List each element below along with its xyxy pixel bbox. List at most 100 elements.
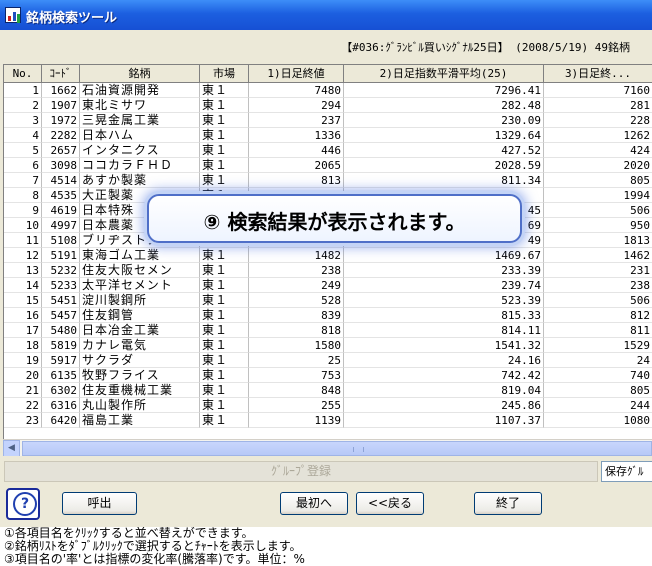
cell-market: 東１ xyxy=(200,278,249,293)
results-table[interactable]: No. ｺｰﾄﾞ 銘柄 市場 1)日足終値 2)日足指数平滑平均(25) 3)日… xyxy=(3,64,652,439)
cell-close: 818 xyxy=(249,323,344,338)
horizontal-scrollbar[interactable]: ◀ xyxy=(3,439,652,457)
cell-col3: 805 xyxy=(544,383,652,398)
table-row[interactable]: 5 2657 インタニクス 東１ 446 427.52 424 xyxy=(4,143,652,158)
column-header-col3[interactable]: 3)日足終... xyxy=(544,65,652,83)
cell-code: 2657 xyxy=(42,143,80,158)
scrollbar-thumb[interactable] xyxy=(22,441,652,456)
cell-ema25: 7296.41 xyxy=(344,83,544,98)
table-row[interactable]: 3 1972 三晃金属工業 東１ 237 230.09 228 xyxy=(4,113,652,128)
cell-no: 7 xyxy=(4,173,42,188)
cell-no: 20 xyxy=(4,368,42,383)
table-row[interactable]: 20 6135 牧野フライス 東１ 753 742.42 740 xyxy=(4,368,652,383)
table-row[interactable]: 7 4514 あすか製薬 東１ 813 811.34 805 xyxy=(4,173,652,188)
column-header-no[interactable]: No. xyxy=(4,65,42,83)
cell-col3: 1462 xyxy=(544,248,652,263)
cell-close: 255 xyxy=(249,398,344,413)
table-row[interactable]: 22 6316 丸山製作所 東１ 255 245.86 244 xyxy=(4,398,652,413)
call-button[interactable]: 呼出 xyxy=(62,492,137,515)
cell-code: 4514 xyxy=(42,173,80,188)
cell-name: 住友鋼管 xyxy=(80,308,200,323)
cell-market: 東１ xyxy=(200,263,249,278)
cell-code: 4619 xyxy=(42,203,80,218)
cell-ema25: 742.42 xyxy=(344,368,544,383)
cell-ema25: 523.39 xyxy=(344,293,544,308)
table-row[interactable]: 14 5233 太平洋セメント 東１ 249 239.74 238 xyxy=(4,278,652,293)
table-row[interactable]: 4 2282 日本ハム 東１ 1336 1329.64 1262 xyxy=(4,128,652,143)
cell-no: 2 xyxy=(4,98,42,113)
cell-market: 東１ xyxy=(200,158,249,173)
cell-close: 294 xyxy=(249,98,344,113)
table-row[interactable]: 2 1907 東北ミサワ 東１ 294 282.48 281 xyxy=(4,98,652,113)
window-title: 銘柄検索ツール xyxy=(26,11,118,26)
cell-col3: 506 xyxy=(544,293,652,308)
cell-no: 23 xyxy=(4,413,42,428)
help-button[interactable]: ? xyxy=(6,488,40,520)
cell-name: サクラダ xyxy=(80,353,200,368)
cell-col3: 1994 xyxy=(544,188,652,203)
table-row[interactable]: 6 3098 ココカラＦＨＤ 東１ 2065 2028.59 2020 xyxy=(4,158,652,173)
column-header-code[interactable]: ｺｰﾄﾞ xyxy=(42,65,80,83)
table-row[interactable]: 19 5917 サクラダ 東１ 25 24.16 24 xyxy=(4,353,652,368)
cell-col3: 7160 xyxy=(544,83,652,98)
cell-close: 1482 xyxy=(249,248,344,263)
cell-ema25: 811.34 xyxy=(344,173,544,188)
cell-col3: 740 xyxy=(544,368,652,383)
cell-close: 238 xyxy=(249,263,344,278)
cell-ema25: 230.09 xyxy=(344,113,544,128)
table-body: 1 1662 石油資源開発 東１ 7480 7296.41 7160 2 1907 東北ミサワ 東１… xyxy=(4,83,652,428)
first-button[interactable]: 最初へ xyxy=(280,492,348,515)
table-row[interactable]: 18 5819 カナレ電気 東１ 1580 1541.32 1529 xyxy=(4,338,652,353)
cell-col3: 2020 xyxy=(544,158,652,173)
column-header-name[interactable]: 銘柄 xyxy=(80,65,200,83)
cell-close: 249 xyxy=(249,278,344,293)
save-group-button[interactable]: 保存ｸﾞﾙ xyxy=(601,461,652,482)
cell-name: カナレ電気 xyxy=(80,338,200,353)
cell-name: 石油資源開発 xyxy=(80,83,200,98)
cell-close: 528 xyxy=(249,293,344,308)
cell-close: 813 xyxy=(249,173,344,188)
result-info: 【#036:ｸﾞﾗﾝﾋﾞﾙ買いｼｸﾞﾅﾙ25日】 (2008/5/19) 49銘… xyxy=(341,41,630,54)
column-header-ema25[interactable]: 2)日足指数平滑平均(25) xyxy=(344,65,544,83)
cell-close: 1580 xyxy=(249,338,344,353)
cell-close: 848 xyxy=(249,383,344,398)
cell-market: 東１ xyxy=(200,128,249,143)
cell-close: 2065 xyxy=(249,158,344,173)
cell-close: 237 xyxy=(249,113,344,128)
table-row[interactable]: 16 5457 住友鋼管 東１ 839 815.33 812 xyxy=(4,308,652,323)
button-bar: ｸﾞﾙｰﾌﾟ登録 保存ｸﾞﾙ ? 呼出 最初へ <<戻る 終了 xyxy=(0,456,652,536)
group-register-button[interactable]: ｸﾞﾙｰﾌﾟ登録 xyxy=(4,461,598,482)
cell-market: 東１ xyxy=(200,413,249,428)
table-row[interactable]: 1 1662 石油資源開発 東１ 7480 7296.41 7160 xyxy=(4,83,652,98)
table-row[interactable]: 15 5451 淀川製鋼所 東１ 528 523.39 506 xyxy=(4,293,652,308)
cell-market: 東１ xyxy=(200,308,249,323)
cell-name: ココカラＦＨＤ xyxy=(80,158,200,173)
cell-col3: 1262 xyxy=(544,128,652,143)
cell-name: 東北ミサワ xyxy=(80,98,200,113)
cell-no: 18 xyxy=(4,338,42,353)
cell-no: 10 xyxy=(4,218,42,233)
table-row[interactable]: 17 5480 日本冶金工業 東１ 818 814.11 811 xyxy=(4,323,652,338)
column-header-market[interactable]: 市場 xyxy=(200,65,249,83)
help-icon: ? xyxy=(13,492,37,516)
end-button[interactable]: 終了 xyxy=(474,492,542,515)
grip-icon xyxy=(353,447,364,452)
back-button[interactable]: <<戻る xyxy=(356,492,424,515)
column-header-close[interactable]: 1)日足終値 xyxy=(249,65,344,83)
scroll-left-icon[interactable]: ◀ xyxy=(3,440,20,457)
cell-market: 東１ xyxy=(200,173,249,188)
cell-ema25: 245.86 xyxy=(344,398,544,413)
table-row[interactable]: 13 5232 住友大阪セメン 東１ 238 233.39 231 xyxy=(4,263,652,278)
cell-ema25: 814.11 xyxy=(344,323,544,338)
cell-no: 19 xyxy=(4,353,42,368)
table-row[interactable]: 21 6302 住友重機械工業 東１ 848 819.04 805 xyxy=(4,383,652,398)
cell-name: 三晃金属工業 xyxy=(80,113,200,128)
cell-close: 753 xyxy=(249,368,344,383)
cell-col3: 1080 xyxy=(544,413,652,428)
cell-code: 5232 xyxy=(42,263,80,278)
table-row[interactable]: 23 6420 福島工業 東１ 1139 1107.37 1080 xyxy=(4,413,652,428)
cell-no: 11 xyxy=(4,233,42,248)
cell-name: 牧野フライス xyxy=(80,368,200,383)
table-row[interactable]: 12 5191 東海ゴム工業 東１ 1482 1469.67 1462 xyxy=(4,248,652,263)
cell-code: 4997 xyxy=(42,218,80,233)
